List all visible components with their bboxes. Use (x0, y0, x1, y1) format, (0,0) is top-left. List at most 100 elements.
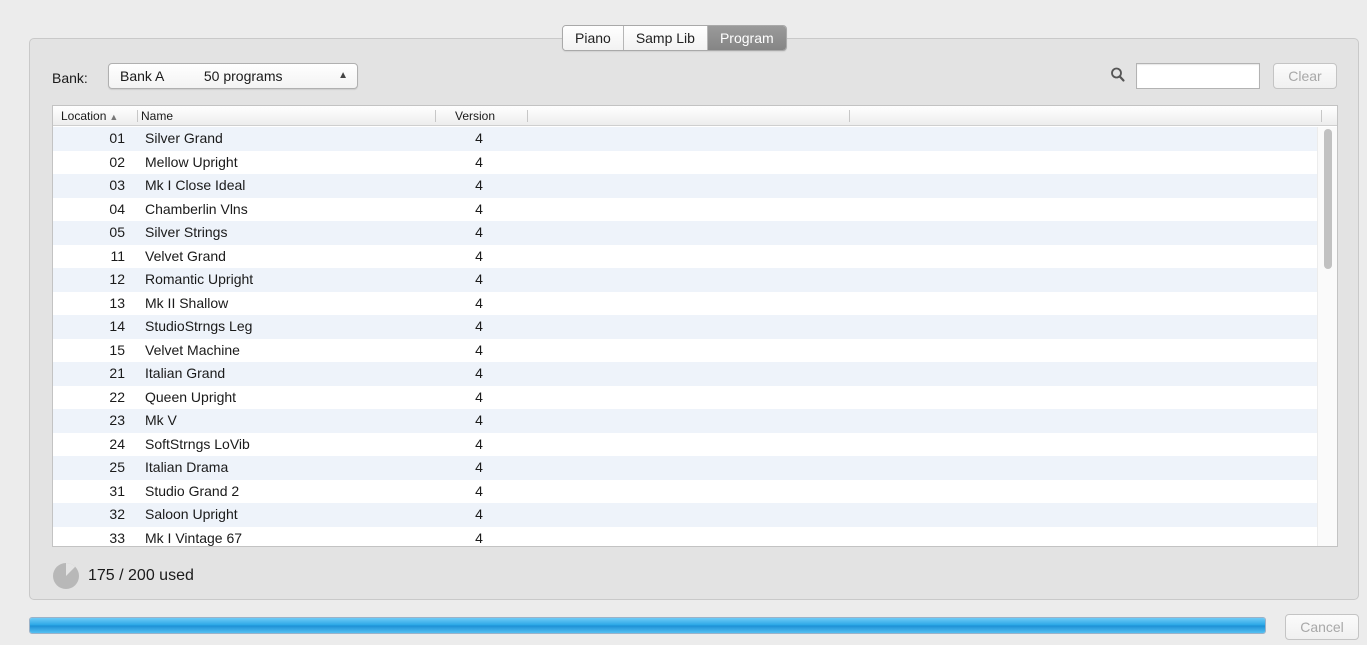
search-input[interactable] (1136, 63, 1260, 89)
cell-version: 4 (475, 365, 483, 381)
cell-name: Italian Grand (145, 365, 226, 381)
view-tabs: Piano Samp Lib Program (562, 25, 787, 51)
cell-location: 14 (109, 318, 125, 334)
table-row[interactable]: 22 Queen Upright 4 (53, 386, 1319, 410)
cell-version: 4 (475, 130, 483, 146)
cell-name: Silver Grand (145, 130, 223, 146)
cell-name: Studio Grand 2 (145, 482, 240, 499)
cell-version: 4 (475, 153, 483, 170)
cell-location: 12 (109, 271, 125, 287)
cell-name: Velvet Machine (145, 341, 240, 358)
cell-version: 4 (475, 459, 483, 475)
cell-name: Mk II Shallow (145, 294, 229, 311)
updown-arrows-icon: ▲ (338, 70, 348, 81)
sort-ascending-icon: ▲ (109, 112, 119, 122)
cell-location: 24 (109, 435, 125, 452)
usage-text: 175 / 200 used (88, 567, 194, 584)
cell-name: Mellow Upright (145, 153, 238, 170)
scrollbar-thumb[interactable] (1324, 129, 1332, 269)
cell-version: 4 (475, 529, 483, 546)
tab-samp-lib[interactable]: Samp Lib (623, 26, 708, 50)
column-header-location[interactable]: Location ▲ (61, 106, 118, 126)
table-row[interactable]: 03 Mk I Close Ideal 4 (53, 174, 1319, 198)
table-row[interactable]: 25 Italian Drama 4 (53, 456, 1319, 480)
cell-name: Saloon Upright (145, 506, 238, 522)
vertical-scrollbar[interactable] (1317, 127, 1337, 546)
cell-location: 02 (109, 153, 125, 170)
cell-name: StudioStrngs Leg (145, 318, 253, 334)
bank-select-count: 50 programs (203, 68, 283, 84)
cell-name: Queen Upright (145, 388, 237, 405)
bank-select[interactable]: Bank A 50 programs ▲ (108, 63, 358, 89)
cell-name: Italian Drama (145, 459, 229, 475)
cell-location: 13 (109, 294, 125, 311)
cell-location: 03 (109, 177, 125, 193)
cell-version: 4 (475, 412, 483, 428)
table-row[interactable]: 11 Velvet Grand 4 (53, 245, 1319, 269)
cell-location: 23 (109, 412, 125, 428)
cell-version: 4 (475, 294, 483, 311)
table-row[interactable]: 33 Mk I Vintage 67 4 (53, 527, 1319, 547)
table-row[interactable]: 02 Mellow Upright 4 (53, 151, 1319, 175)
cell-location: 31 (109, 482, 125, 499)
table-row[interactable]: 31 Studio Grand 2 4 (53, 480, 1319, 504)
cell-version: 4 (475, 200, 483, 217)
cell-location: 01 (109, 130, 125, 146)
tab-program[interactable]: Program (707, 26, 786, 50)
cell-version: 4 (475, 177, 483, 193)
cell-name: Mk I Close Ideal (145, 177, 246, 193)
cell-version: 4 (475, 247, 483, 264)
bank-label: Bank: (52, 70, 88, 86)
cell-version: 4 (475, 506, 483, 522)
column-divider[interactable] (137, 110, 138, 122)
cell-location: 32 (109, 506, 125, 522)
table-body: 01 Silver Grand 4 02 Mellow Upright 4 03 Mk I C… (53, 127, 1319, 547)
table-row[interactable]: 05 Silver Strings 4 (53, 221, 1319, 245)
cell-version: 4 (475, 318, 483, 334)
app-window: Piano Samp Lib Program Bank: Bank A 50 p… (0, 0, 1367, 645)
usage-pie-icon (52, 562, 80, 590)
cell-name: SoftStrngs LoVib (145, 435, 250, 452)
table-row[interactable]: 23 Mk V 4 (53, 409, 1319, 433)
column-header-name[interactable]: Name (141, 106, 173, 126)
table-row[interactable]: 21 Italian Grand 4 (53, 362, 1319, 386)
column-divider[interactable] (435, 110, 436, 122)
clear-button[interactable]: Clear (1273, 63, 1337, 89)
column-divider[interactable] (849, 110, 850, 122)
table-row[interactable]: 14 StudioStrngs Leg 4 (53, 315, 1319, 339)
search-icon (1110, 66, 1126, 84)
cell-name: Velvet Grand (145, 247, 226, 264)
column-divider[interactable] (1321, 110, 1322, 122)
table-row[interactable]: 32 Saloon Upright 4 (53, 503, 1319, 527)
cell-location: 05 (109, 224, 125, 240)
table-row[interactable]: 24 SoftStrngs LoVib 4 (53, 433, 1319, 457)
table-row[interactable]: 12 Romantic Upright 4 (53, 268, 1319, 292)
cell-name: Mk I Vintage 67 (145, 529, 243, 546)
tab-piano[interactable]: Piano (563, 26, 624, 50)
table-row[interactable]: 01 Silver Grand 4 (53, 127, 1319, 151)
cell-name: Romantic Upright (145, 271, 254, 287)
cell-version: 4 (475, 224, 483, 240)
column-header-version[interactable]: Version (455, 106, 495, 126)
bank-select-name: Bank A (120, 68, 165, 84)
column-divider[interactable] (527, 110, 528, 122)
cell-version: 4 (475, 435, 483, 452)
table-header: Location ▲ Name Version (53, 106, 1337, 126)
progress-bar (29, 617, 1266, 634)
table-row[interactable]: 13 Mk II Shallow 4 (53, 292, 1319, 316)
cell-version: 4 (475, 388, 483, 405)
program-table: Location ▲ Name Version 01 Silver Grand 4 02… (52, 105, 1338, 547)
cell-version: 4 (475, 271, 483, 287)
cell-location: 25 (109, 459, 125, 475)
cell-location: 04 (109, 200, 125, 217)
cell-location: 22 (109, 388, 125, 405)
table-row[interactable]: 04 Chamberlin Vlns 4 (53, 198, 1319, 222)
cell-version: 4 (475, 341, 483, 358)
table-row[interactable]: 15 Velvet Machine 4 (53, 339, 1319, 363)
progress-fill (30, 618, 1265, 633)
cell-version: 4 (475, 482, 483, 499)
cell-location: 33 (109, 529, 125, 546)
cell-name: Silver Strings (145, 224, 228, 240)
cell-name: Mk V (145, 412, 177, 428)
cancel-button[interactable]: Cancel (1285, 614, 1359, 640)
